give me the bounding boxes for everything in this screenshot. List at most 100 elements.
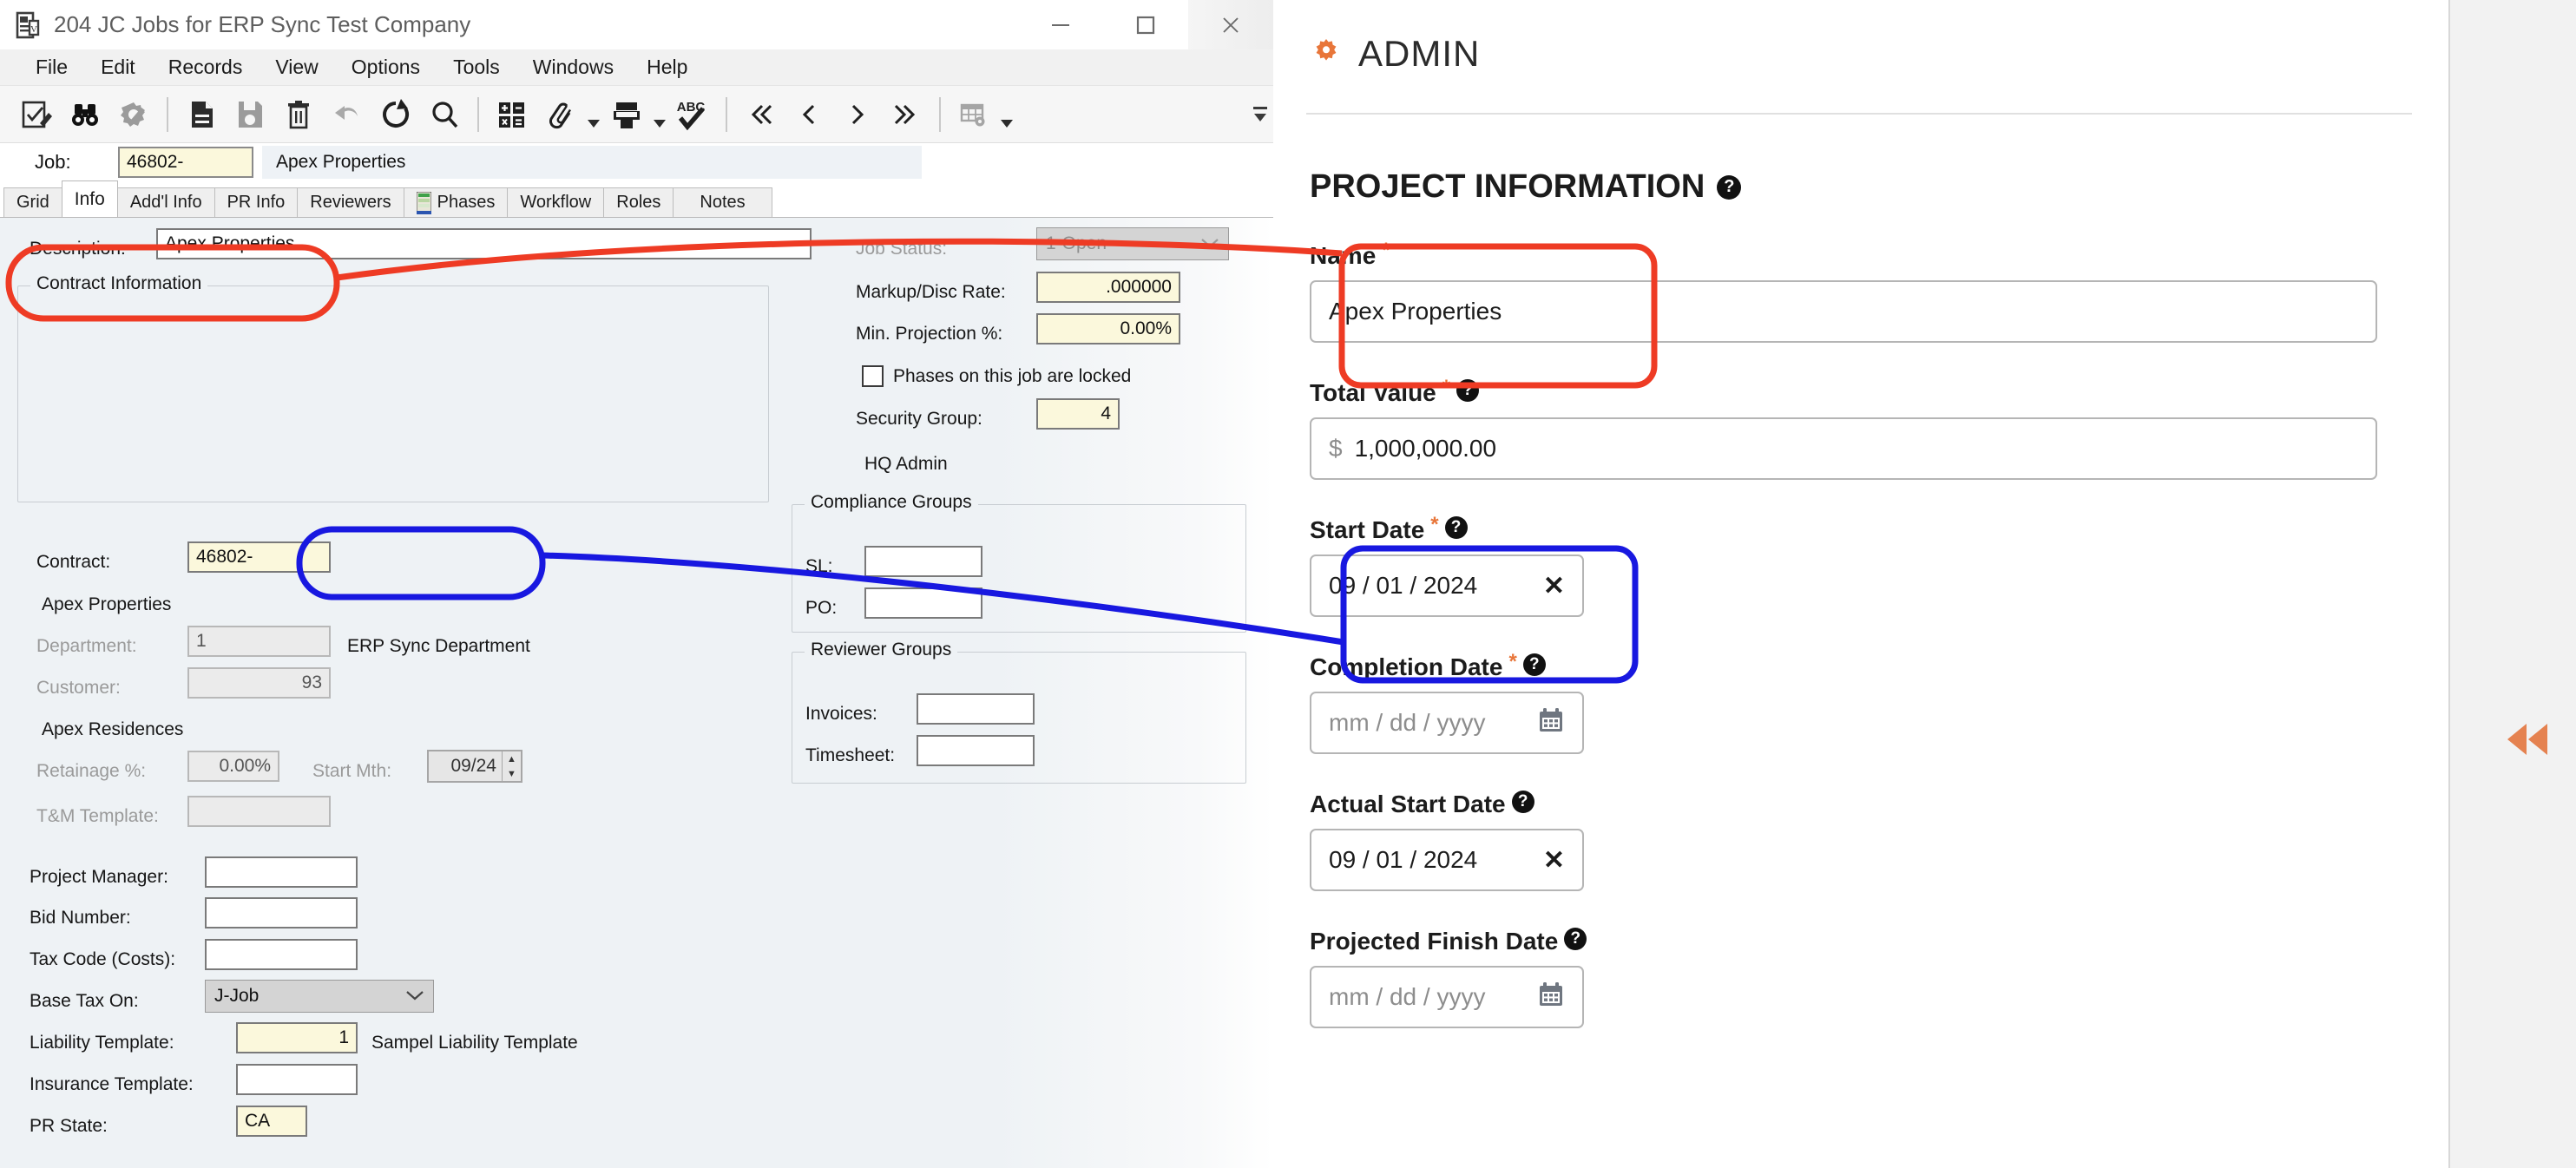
first-record-icon[interactable] [736, 92, 785, 137]
start-mth-spinner[interactable]: 09/24 ▲ ▼ [427, 750, 522, 783]
start-mth-increment-icon[interactable]: ▲ [503, 751, 521, 766]
calculator-icon[interactable] [488, 92, 536, 137]
reviewer-invoices-input[interactable] [917, 693, 1035, 725]
project-manager-label: Project Manager: [30, 867, 168, 887]
security-group-name-text: HQ Admin [864, 454, 948, 474]
pr-state-label: PR State: [30, 1116, 108, 1136]
name-value: Apex Properties [1329, 298, 1502, 325]
tm-template-input [187, 796, 331, 827]
tab-roles[interactable]: Roles [603, 187, 674, 217]
reviewer-groups-title: Reviewer Groups [805, 640, 958, 660]
compliance-sl-input[interactable] [864, 546, 982, 577]
project-manager-input[interactable] [205, 856, 358, 888]
compliance-po-input[interactable] [864, 587, 982, 619]
last-record-icon[interactable] [882, 92, 930, 137]
menu-tools[interactable]: Tools [437, 52, 516, 82]
total-value-input[interactable]: $ 1,000,000.00 [1310, 417, 2377, 480]
completion-date-input[interactable]: mm / dd / yyyy [1310, 692, 1584, 754]
calendar-icon[interactable] [1537, 706, 1565, 740]
reviewer-timesheet-input[interactable] [917, 735, 1035, 766]
attachment-icon[interactable] [536, 92, 585, 137]
toolbar: ABC [0, 86, 1273, 143]
completion-date-help-icon[interactable]: ? [1522, 653, 1546, 676]
liability-template-input[interactable]: 1 [236, 1022, 358, 1053]
admin-title: ADMIN [1358, 33, 1481, 74]
clear-x-icon[interactable]: ✕ [1543, 571, 1565, 601]
attachment-dropdown-caret-icon[interactable] [585, 92, 602, 137]
save-icon[interactable] [226, 92, 274, 137]
markup-rate-input[interactable]: .000000 [1036, 272, 1180, 303]
previous-record-icon[interactable] [785, 92, 833, 137]
edit-checklist-icon[interactable] [12, 92, 61, 137]
binoculars-find-icon[interactable] [61, 92, 109, 137]
new-document-icon[interactable] [177, 92, 226, 137]
undo-icon[interactable] [323, 92, 371, 137]
phases-locked-row[interactable]: Phases on this job are locked [862, 365, 1131, 387]
field-group-total-value: Total Value * ? $ 1,000,000.00 [1310, 377, 2448, 480]
tab-phases[interactable]: Phases [403, 187, 509, 217]
bid-number-input[interactable] [205, 897, 358, 928]
projected-finish-date-input[interactable]: mm / dd / yyyy [1310, 966, 1584, 1028]
next-record-icon[interactable] [833, 92, 882, 137]
gear-pencil-icon[interactable] [109, 92, 158, 137]
projected-finish-date-help-icon[interactable]: ? [1564, 928, 1587, 950]
menu-file[interactable]: File [19, 52, 84, 82]
grid-settings-icon[interactable] [950, 92, 998, 137]
calendar-icon-2[interactable] [1537, 981, 1565, 1014]
min-projection-input[interactable]: 0.00% [1036, 313, 1180, 344]
refresh-icon[interactable] [371, 92, 420, 137]
menu-help[interactable]: Help [630, 52, 704, 82]
menu-options[interactable]: Options [335, 52, 437, 82]
print-icon[interactable] [602, 92, 651, 137]
menu-edit[interactable]: Edit [84, 52, 152, 82]
toolbar-overflow-handle[interactable] [1252, 102, 1268, 128]
base-tax-on-value: J-Job [214, 986, 260, 1006]
security-group-input[interactable]: 4 [1036, 398, 1120, 430]
insurance-template-input[interactable] [236, 1064, 358, 1095]
chevron-down-icon-2 [1200, 233, 1219, 254]
tab-pr-info[interactable]: PR Info [214, 187, 299, 217]
collapse-double-left-icon[interactable] [2501, 719, 2553, 760]
tab-addl-info[interactable]: Add'l Info [116, 187, 215, 217]
tab-reviewers[interactable]: Reviewers [297, 187, 404, 217]
contract-input[interactable]: 46802- [187, 541, 331, 573]
projected-finish-date-label: Projected Finish Date [1310, 928, 1559, 955]
search-icon[interactable] [420, 92, 469, 137]
start-mth-decrement-icon[interactable]: ▼ [503, 766, 521, 781]
print-dropdown-caret-icon[interactable] [651, 92, 668, 137]
actual-start-date-help-icon[interactable]: ? [1511, 791, 1534, 813]
project-information-help-icon[interactable]: ? [1717, 174, 1742, 200]
department-name-text: ERP Sync Department [347, 636, 530, 656]
pr-state-input[interactable]: CA [236, 1106, 307, 1137]
start-date-input[interactable]: 09 / 01 / 2024 ✕ [1310, 554, 1584, 617]
total-value-help-icon[interactable]: ? [1456, 379, 1480, 402]
base-tax-on-select[interactable]: J-Job [205, 980, 434, 1013]
project-information-title: PROJECT INFORMATION ? [1310, 168, 2448, 206]
grid-settings-dropdown-caret-icon[interactable] [998, 92, 1015, 137]
window-title: 204 JC Jobs for ERP Sync Test Company [54, 11, 471, 37]
maximize-button[interactable] [1103, 0, 1188, 49]
menu-windows[interactable]: Windows [516, 52, 630, 82]
close-button[interactable] [1188, 0, 1273, 49]
menu-view[interactable]: View [259, 52, 334, 82]
tab-grid[interactable]: Grid [3, 187, 62, 217]
description-input[interactable]: Apex Properties [156, 228, 812, 259]
tab-info[interactable]: Info [61, 180, 118, 217]
job-status-label: Job Status: [856, 239, 948, 259]
minimize-button[interactable] [1018, 0, 1103, 49]
start-mth-spin-buttons[interactable]: ▲ ▼ [502, 751, 521, 781]
tab-notes[interactable]: Notes [673, 187, 772, 217]
job-code-input[interactable]: 46802- [118, 147, 253, 178]
tax-code-input[interactable] [205, 939, 358, 970]
menu-records[interactable]: Records [152, 52, 260, 82]
tab-workflow[interactable]: Workflow [507, 187, 605, 217]
start-date-help-icon[interactable]: ? [1444, 516, 1468, 539]
delete-trash-icon[interactable] [274, 92, 323, 137]
actual-start-date-input[interactable]: 09 / 01 / 2024 ✕ [1310, 829, 1584, 891]
phases-locked-checkbox[interactable] [862, 365, 884, 387]
spellcheck-abc-icon[interactable]: ABC [668, 92, 717, 137]
clear-x-icon-2[interactable]: ✕ [1543, 845, 1565, 876]
base-tax-on-label: Base Tax On: [30, 991, 139, 1011]
markup-rate-label: Markup/Disc Rate: [856, 282, 1006, 302]
name-input[interactable]: Apex Properties [1310, 280, 2377, 343]
